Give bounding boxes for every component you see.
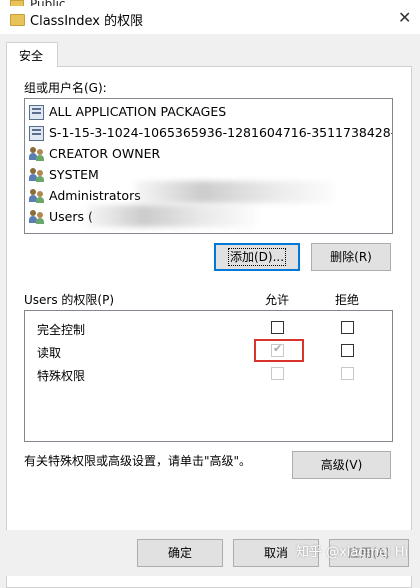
group-or-user-label: 组或用户名(G):: [24, 81, 107, 95]
group-icon: [29, 188, 45, 203]
user-list[interactable]: ALL APPLICATION PACKAGES S-1-15-3-1024-1…: [24, 98, 393, 234]
remove-button[interactable]: 删除(R): [311, 243, 391, 271]
close-icon[interactable]: ✕: [398, 8, 411, 27]
ok-button[interactable]: 确定: [137, 539, 223, 567]
user-name: ALL APPLICATION PACKAGES: [49, 104, 227, 119]
redaction-blur: [87, 205, 257, 227]
remove-button-label: 删除(R): [330, 250, 372, 264]
deny-checkbox-read[interactable]: [341, 344, 354, 357]
list-item[interactable]: CREATOR OWNER: [29, 144, 389, 164]
permissions-list: 完全控制 读取 ✔ 特殊权限: [24, 310, 393, 442]
advanced-hint: 有关特殊权限或高级设置，请单击"高级"。: [24, 454, 252, 468]
cancel-button-label: 取消: [263, 546, 288, 560]
permission-name: 特殊权限: [37, 369, 86, 383]
permission-name: 读取: [37, 346, 62, 360]
deny-checkbox-special: [341, 367, 354, 380]
deny-header: 拒绝: [335, 293, 360, 307]
watermark: 知乎 @xiaomei Hi: [296, 545, 409, 560]
add-button-label: 添加(D)...: [227, 248, 287, 266]
package-icon: [29, 105, 44, 120]
tab-security[interactable]: 安全: [6, 42, 58, 67]
allow-checkbox-special: [271, 367, 284, 380]
tab-label: 安全: [19, 49, 44, 63]
group-icon: [29, 146, 45, 161]
permissions-label: Users 的权限(P): [24, 293, 115, 307]
dialog-title: ClassIndex 的权限: [30, 14, 144, 29]
list-item[interactable]: S-1-15-3-1024-1065365936-1281604716-3511…: [29, 123, 392, 143]
permission-name: 完全控制: [37, 323, 86, 337]
allow-checkbox-full-control[interactable]: [271, 321, 284, 334]
list-item[interactable]: ALL APPLICATION PACKAGES: [29, 102, 389, 122]
folder-icon: [10, 14, 25, 26]
redaction-blur: [135, 181, 335, 203]
group-icon: [29, 209, 45, 224]
highlight-box: [254, 339, 304, 362]
package-icon: [29, 126, 44, 141]
advanced-button[interactable]: 高级(V): [292, 451, 391, 479]
add-button[interactable]: 添加(D)...: [214, 243, 300, 271]
deny-checkbox-full-control[interactable]: [341, 321, 354, 334]
user-name: CREATOR OWNER: [49, 146, 161, 161]
ok-button-label: 确定: [167, 546, 192, 560]
user-name: S-1-15-3-1024-1065365936-1281604716-3511…: [49, 125, 393, 140]
advanced-button-label: 高级(V): [320, 458, 363, 472]
group-icon: [29, 167, 45, 182]
user-name: Administrators: [49, 188, 141, 203]
allow-header: 允许: [265, 293, 290, 307]
user-name: SYSTEM: [49, 167, 99, 182]
